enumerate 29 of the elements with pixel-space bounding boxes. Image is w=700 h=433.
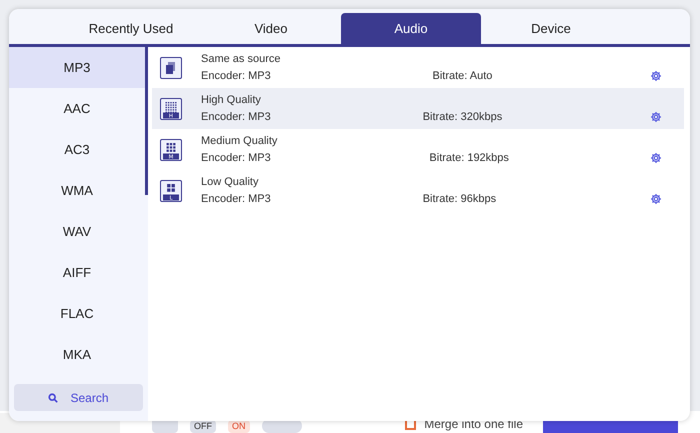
encoder-text: Encoder: MP3	[201, 192, 271, 206]
preset-name: Same as source	[201, 52, 280, 66]
encoder-text: Encoder: MP3	[201, 150, 272, 166]
bitrate-text: Bitrate: 192kbps	[429, 150, 510, 166]
bitrate-text: Bitrate: 96kbps	[422, 192, 498, 207]
format-tab[interactable]: Video	[201, 13, 341, 44]
format-item[interactable]: FLAC	[9, 293, 145, 334]
format-item[interactable]: MKA	[9, 334, 145, 375]
format-item[interactable]: AIFF	[9, 252, 145, 293]
preset-name: High Quality	[201, 92, 262, 108]
preset-name: Low Quality	[201, 174, 260, 190]
bitrate-text: Bitrate: Auto	[432, 68, 494, 84]
format-tab[interactable]: Audio	[341, 13, 481, 44]
format-item[interactable]: AC3	[9, 129, 145, 170]
preset-name: Medium Quality	[201, 134, 278, 148]
format-item[interactable]: WMA	[9, 170, 145, 211]
preset-icon	[160, 56, 182, 78]
format-item[interactable]: WAV	[9, 211, 145, 252]
search-icon	[48, 392, 58, 402]
search-button[interactable]: Search	[14, 384, 143, 411]
format-item[interactable]: AAC	[9, 88, 145, 129]
preset-row[interactable]: Same as source Encoder: MP3 Bitrate: Auto	[152, 47, 684, 88]
format-tab[interactable]: Recently Used	[61, 13, 201, 44]
encoder-text: Encoder: MP3	[201, 68, 272, 84]
scrollbar[interactable]	[145, 47, 148, 195]
format-item[interactable]: MP3	[9, 47, 145, 88]
bitrate-text: Bitrate: 320kbps	[422, 110, 504, 125]
format-tab[interactable]: Device	[481, 13, 621, 44]
encoder-text: Encoder: MP3	[201, 110, 271, 124]
